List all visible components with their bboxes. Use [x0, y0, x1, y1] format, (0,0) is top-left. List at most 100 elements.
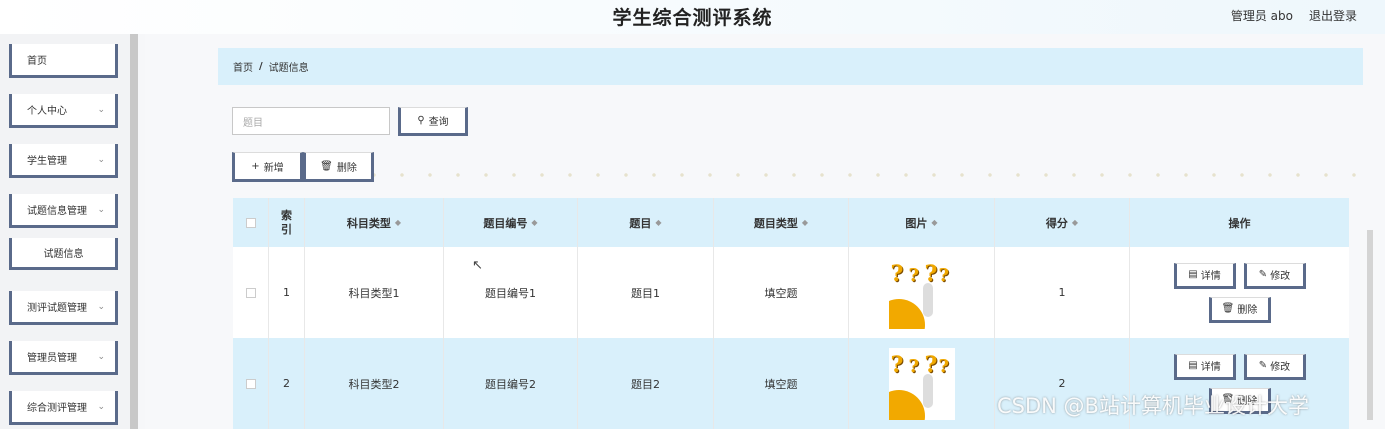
- sidebar-item-admin-management[interactable]: 管理员管理 ⌄: [9, 341, 118, 375]
- select-all-cell: [233, 198, 269, 247]
- top-header: 学生综合测评系统 管理员 abo 退出登录: [0, 0, 1385, 34]
- header-label: 科目类型: [346, 216, 391, 230]
- edit-button[interactable]: ✎ 修改: [1243, 262, 1306, 289]
- mouse-cursor-icon: ↖: [472, 258, 483, 273]
- edit-button[interactable]: ✎ 修改: [1243, 353, 1306, 380]
- cell-image: ?? ??: [849, 247, 995, 338]
- breadcrumb-home[interactable]: 首页: [233, 59, 253, 74]
- sidebar-item-eval-question-management[interactable]: 测评试题管理 ⌄: [9, 291, 118, 325]
- edit-button-label: 修改: [1270, 271, 1291, 282]
- detail-button[interactable]: ▤ 详情: [1173, 262, 1236, 289]
- search-icon: ⚲: [417, 115, 425, 126]
- sidebar-item-label: 试题信息: [43, 249, 84, 260]
- sidebar-item-label: 综合测评管理: [27, 403, 87, 414]
- sidebar-item-home[interactable]: 首页: [9, 44, 118, 78]
- breadcrumb: 首页 / 试题信息: [218, 48, 1363, 85]
- cell-question-type: 填空题: [714, 247, 849, 338]
- cell-index: 1: [269, 247, 305, 338]
- sidebar-item-label: 首页: [27, 56, 47, 67]
- header-subject-type[interactable]: 科目类型 ◆: [305, 198, 444, 247]
- table-header: 索引 科目类型 ◆ 题目编号 ◆ 题目 ◆ 题目类型 ◆ 图片 ◆ 得分 ◆ 操作: [233, 198, 1349, 247]
- breadcrumb-separator: /: [259, 61, 263, 72]
- chevron-down-icon: ⌄: [97, 352, 105, 362]
- chevron-down-icon: ⌄: [97, 402, 105, 412]
- sort-icon[interactable]: ◆: [1072, 218, 1078, 227]
- cell-question-type: 填空题: [714, 338, 849, 429]
- header-label: 图片: [905, 216, 928, 230]
- search-placeholder: 题目: [243, 117, 263, 129]
- table-row: 1 科目类型1 题目编号1 题目1 填空题 ?? ?? 1 ▤ 详情 ✎ 修改 🗑 删…: [233, 247, 1349, 338]
- add-button-label: 新增: [263, 162, 284, 174]
- sidebar-item-personal-center[interactable]: 个人中心 ⌄: [9, 94, 118, 128]
- row-checkbox[interactable]: [245, 378, 256, 389]
- delete-button-label: 删除: [336, 162, 357, 174]
- cell-subject-type: 科目类型2: [305, 338, 444, 429]
- chevron-down-icon: ⌄: [97, 302, 105, 312]
- search-input[interactable]: 题目: [232, 107, 390, 135]
- header-label: 题目编号: [483, 216, 528, 230]
- sidebar-item-label: 测评试题管理: [27, 303, 87, 314]
- sidebar-item-student-management[interactable]: 学生管理 ⌄: [9, 144, 118, 178]
- sort-icon[interactable]: ◆: [931, 218, 937, 227]
- select-all-checkbox[interactable]: [245, 217, 256, 228]
- cell-score: 1: [995, 247, 1130, 338]
- app-title: 学生综合测评系统: [612, 7, 773, 29]
- chevron-down-icon: ⌄: [97, 105, 105, 115]
- watermark: CSDN @B站计算机毕业设计大学: [997, 394, 1309, 418]
- header-score[interactable]: 得分 ◆: [995, 198, 1130, 247]
- logout-link[interactable]: 退出登录: [1309, 7, 1357, 24]
- document-icon: ▤: [1188, 360, 1198, 371]
- sidebar-subitem-question-info[interactable]: 试题信息: [9, 238, 118, 270]
- detail-button-label: 详情: [1200, 271, 1221, 282]
- header-label: 题目: [629, 216, 652, 230]
- sort-icon[interactable]: ◆: [802, 218, 808, 227]
- cell-image: ?? ??: [849, 338, 995, 429]
- chevron-down-icon: ⌄: [97, 205, 105, 215]
- sidebar-item-label: 管理员管理: [27, 353, 77, 364]
- sort-icon[interactable]: ◆: [395, 218, 401, 227]
- current-user: 管理员 abo: [1230, 9, 1293, 23]
- cell-question-no: 题目编号1: [444, 247, 578, 338]
- row-select-cell: [233, 338, 269, 429]
- header-operations: 操作: [1130, 198, 1349, 247]
- document-icon: ▤: [1188, 269, 1198, 280]
- edit-button-label: 修改: [1270, 362, 1291, 373]
- pencil-icon: ✎: [1258, 360, 1268, 371]
- detail-button-label: 详情: [1200, 362, 1221, 373]
- cell-operations: ▤ 详情 ✎ 修改 🗑 删除: [1130, 247, 1349, 338]
- header-label: 题目类型: [753, 216, 798, 230]
- add-button[interactable]: + 新增: [232, 152, 303, 182]
- detail-button[interactable]: ▤ 详情: [1173, 353, 1236, 380]
- cell-question: 题目2: [578, 338, 714, 429]
- breadcrumb-current: 试题信息: [268, 63, 309, 74]
- sort-icon[interactable]: ◆: [531, 218, 537, 227]
- sidebar-scrollbar[interactable]: [130, 34, 138, 429]
- sidebar-item-comprehensive-eval[interactable]: 综合测评管理 ⌄: [9, 391, 118, 425]
- delete-button-label: 删除: [1237, 305, 1258, 316]
- header-question-no[interactable]: 题目编号 ◆: [444, 198, 578, 247]
- cell-index: 2: [269, 338, 305, 429]
- sidebar-item-question-management[interactable]: 试题信息管理 ⌄: [9, 194, 118, 228]
- cell-question-no: 题目编号2: [444, 338, 578, 429]
- question-mark-image[interactable]: ?? ??: [888, 347, 955, 420]
- chevron-down-icon: ⌄: [97, 155, 105, 165]
- sidebar-item-label: 学生管理: [27, 156, 67, 167]
- header-index: 索引: [269, 198, 305, 247]
- question-mark-image[interactable]: ?? ??: [888, 256, 955, 329]
- row-delete-button[interactable]: 🗑 删除: [1208, 296, 1271, 323]
- search-button-label: 查询: [428, 117, 449, 128]
- plus-icon: +: [251, 160, 260, 172]
- header-question[interactable]: 题目 ◆: [578, 198, 714, 247]
- batch-delete-button[interactable]: 🗑 删除: [303, 152, 374, 182]
- row-checkbox[interactable]: [245, 287, 256, 298]
- header-label: 索引: [281, 208, 292, 236]
- sort-icon[interactable]: ◆: [655, 218, 661, 227]
- header-question-type[interactable]: 题目类型 ◆: [714, 198, 849, 247]
- header-image[interactable]: 图片 ◆: [849, 198, 995, 247]
- sidebar-item-label: 个人中心: [27, 106, 67, 117]
- content-scrollbar[interactable]: [1367, 230, 1373, 420]
- trash-icon: 🗑: [1221, 303, 1235, 314]
- cell-subject-type: 科目类型1: [305, 247, 444, 338]
- cell-question: 题目1: [578, 247, 714, 338]
- search-button[interactable]: ⚲ 查询: [398, 107, 468, 136]
